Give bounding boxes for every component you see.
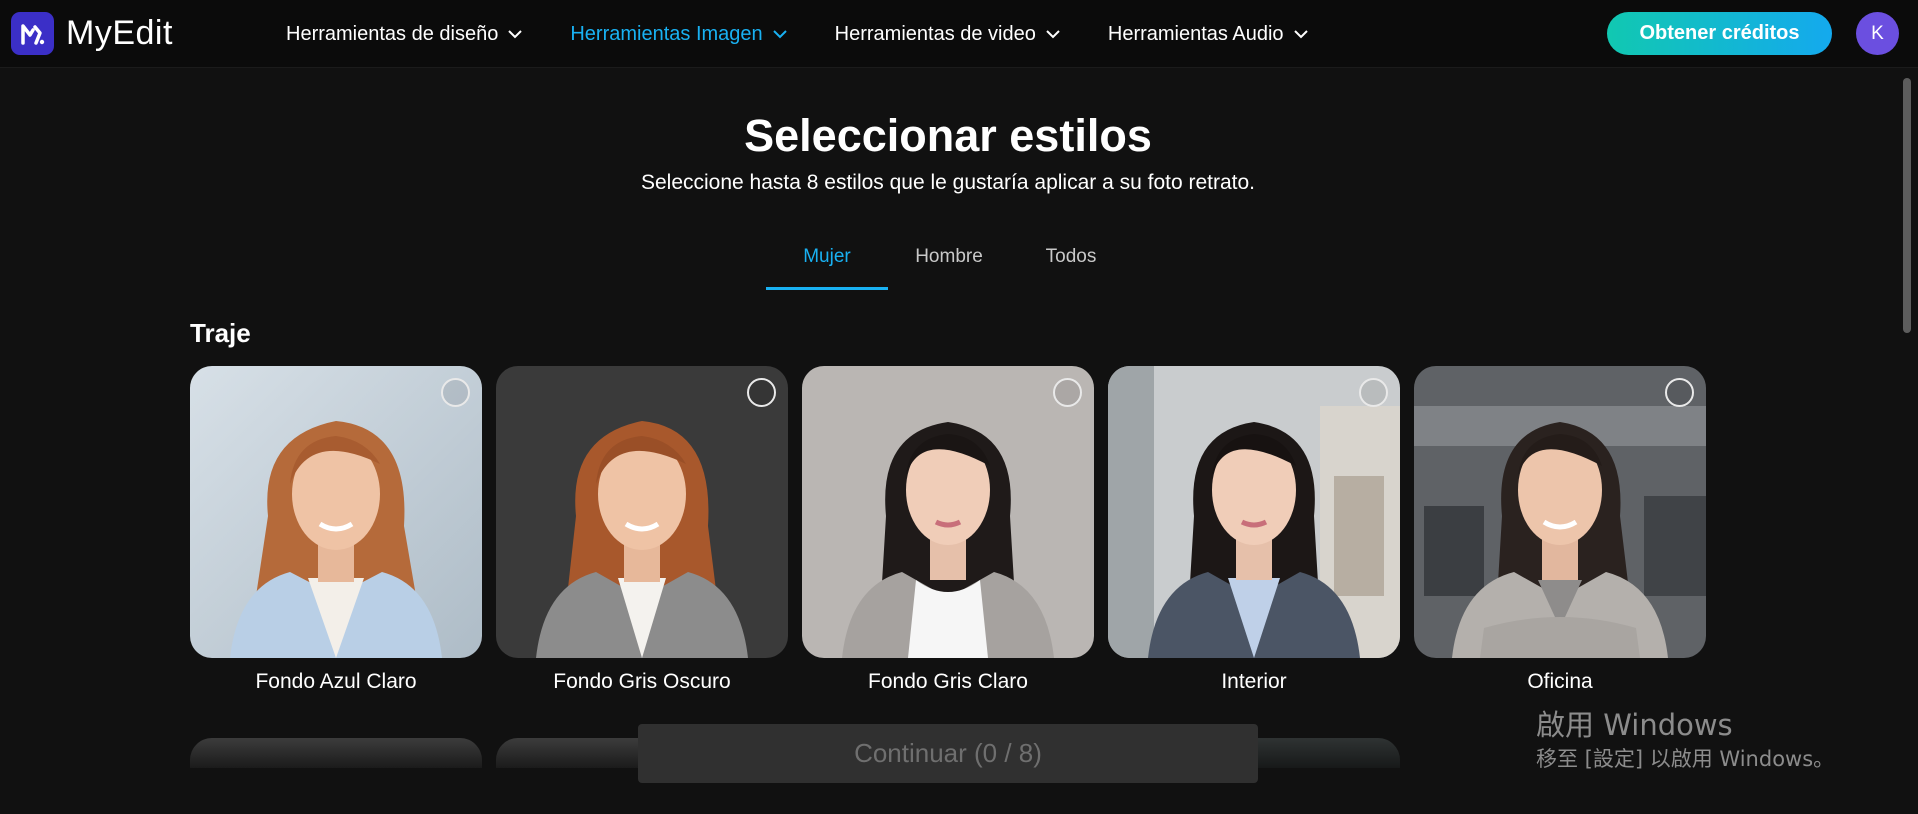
scrollbar-thumb[interactable] [1903,78,1911,333]
get-credits-button[interactable]: Obtener créditos [1607,12,1832,55]
style-label: Fondo Gris Oscuro [553,670,731,693]
activation-hint: 移至 [設定] 以啟用 Windows。 [1536,747,1835,771]
portrait-thumbnail [496,366,788,658]
nav-audio-tools[interactable]: Herramientas Audio [1108,23,1308,46]
nav-label: Herramientas de video [834,22,1036,45]
nav-label: Herramientas Audio [1107,22,1284,45]
gender-tabs: Mujer Hombre Todos [766,236,1132,290]
nav-label: Herramientas de diseño [286,22,499,45]
tab-todos[interactable]: Todos [1010,236,1132,290]
select-radio[interactable] [1665,378,1694,407]
page-title: Seleccionar estilos [744,110,1152,161]
nav-design-tools[interactable]: Herramientas de diseño [286,22,523,46]
main-nav: Herramientas de diseño Herramientas Imag… [286,0,1356,68]
portrait-thumbnail [1108,366,1400,658]
nav-label: Herramientas Imagen [570,22,763,45]
chevron-down-icon [772,29,787,38]
select-radio[interactable] [1053,378,1082,407]
style-label: Interior [1221,670,1287,693]
style-grid: Fondo Azul Claro Fondo Gris Oscuro Fondo… [190,366,1720,694]
continue-button[interactable]: Continuar (0 / 8) [638,724,1258,783]
tab-hombre[interactable]: Hombre [888,236,1010,290]
style-label: Oficina [1527,670,1593,693]
nav-image-tools[interactable]: Herramientas Imagen [570,22,787,46]
top-navigation-bar: MyEdit Herramientas de diseño Herramient… [0,0,1918,68]
chevron-down-icon [1293,29,1308,38]
style-label: Fondo Gris Claro [868,670,1028,693]
section-title: Traje [190,318,251,348]
style-card[interactable]: Oficina [1414,366,1706,694]
activation-title: 啟用 Windows [1536,708,1733,742]
style-card-partial[interactable] [190,738,482,768]
user-avatar[interactable]: K [1856,12,1899,55]
windows-activation-watermark: 啟用 Windows 移至 [設定] 以啟用 Windows。 [1536,706,1834,774]
page-subtitle: Seleccione hasta 8 estilos que le gustar… [640,171,1256,194]
style-card[interactable]: Fondo Gris Claro [802,366,1094,694]
portrait-thumbnail [802,366,1094,658]
myedit-logo-icon [11,12,54,55]
app-name: MyEdit [66,14,173,52]
portrait-thumbnail [1414,366,1706,658]
select-radio[interactable] [441,378,470,407]
select-radio[interactable] [1359,378,1388,407]
app-logo[interactable]: MyEdit [11,12,173,55]
select-radio[interactable] [747,378,776,407]
nav-video-tools[interactable]: Herramientas de video [835,23,1060,46]
style-card[interactable]: Fondo Azul Claro [190,366,482,694]
chevron-down-icon [1046,29,1060,38]
tab-mujer[interactable]: Mujer [766,236,888,290]
style-label: Fondo Azul Claro [255,670,417,693]
chevron-down-icon [508,29,523,38]
portrait-thumbnail [190,366,482,658]
style-card[interactable]: Interior [1108,366,1400,694]
style-card[interactable]: Fondo Gris Oscuro [496,366,788,694]
